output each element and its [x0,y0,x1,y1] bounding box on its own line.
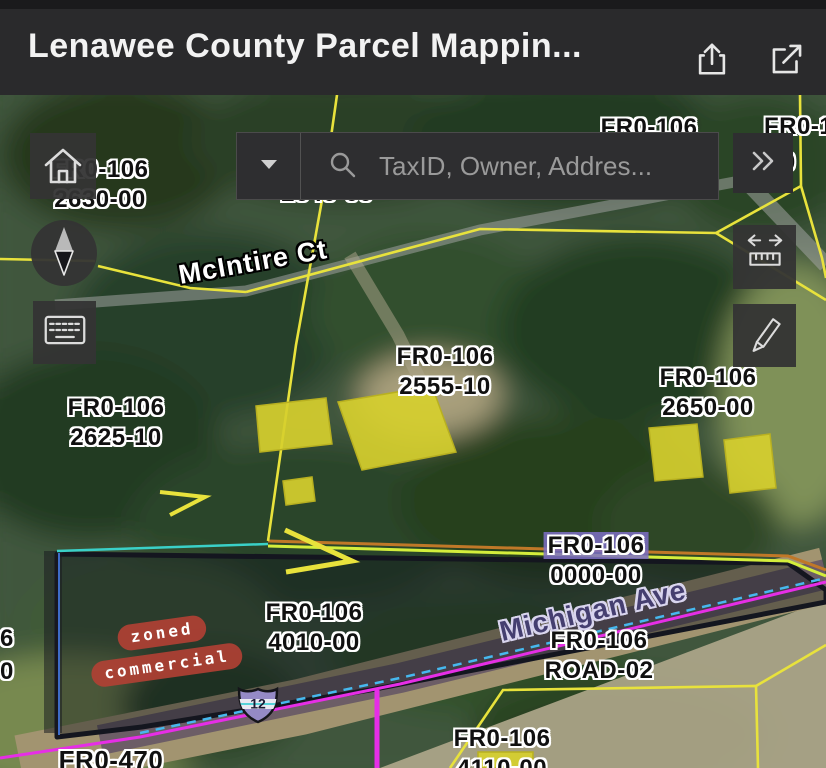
parcel-mapping-app: Lenawee County Parcel Mappin... [0,0,826,768]
upload-icon [693,40,731,83]
search-source-dropdown[interactable] [237,133,301,199]
home-icon [36,137,90,196]
search-bar [237,133,718,199]
selection-highlight: FR0-106 [544,532,649,559]
app-header: Lenawee County Parcel Mappin... [0,0,826,95]
parcel-label: FR0-106 ROAD-02 [545,626,654,686]
parcel-label-clipped: FR0-470 [59,745,164,768]
open-in-new-icon [768,40,806,83]
measure-icon [739,229,791,286]
pencil-icon [739,307,791,364]
home-button[interactable] [30,133,96,199]
keyboard-icon [37,302,93,363]
upload-button[interactable] [690,39,734,83]
search-icon [327,149,357,184]
draw-button[interactable] [733,304,796,367]
svg-text:12: 12 [250,696,266,712]
basemap-keyboard-button[interactable] [33,301,96,364]
parcel-label-clipped: 6 [0,624,14,654]
double-chevron-right-icon [749,148,777,179]
compass-button[interactable] [31,220,97,286]
expand-panel-button[interactable] [733,133,793,193]
open-in-new-button[interactable] [765,39,809,83]
app-title: Lenawee County Parcel Mappin... [28,27,582,66]
map-canvas[interactable]: 12 FR0-106 2630-00 FR0-106 2640-00 FR0-1… [0,95,826,768]
search-input[interactable] [377,150,681,183]
chevron-down-icon [261,157,277,175]
parcel-label: FR0-106 2650-00 [660,363,757,423]
parcel-label: FR0-106 4010-00 [266,598,363,658]
measure-button[interactable] [733,225,796,289]
parcel-label-clipped: FR0-106 4110-00 [454,724,551,768]
parcel-label-selected: FR0-106 0000-00 [544,531,649,591]
parcel-label-clipped: 0 [0,657,14,687]
compass-needle-icon [31,218,97,289]
parcel-label: FR0-106 2625-10 [68,393,165,453]
parcel-label: FR0-106 2555-10 [397,342,494,402]
